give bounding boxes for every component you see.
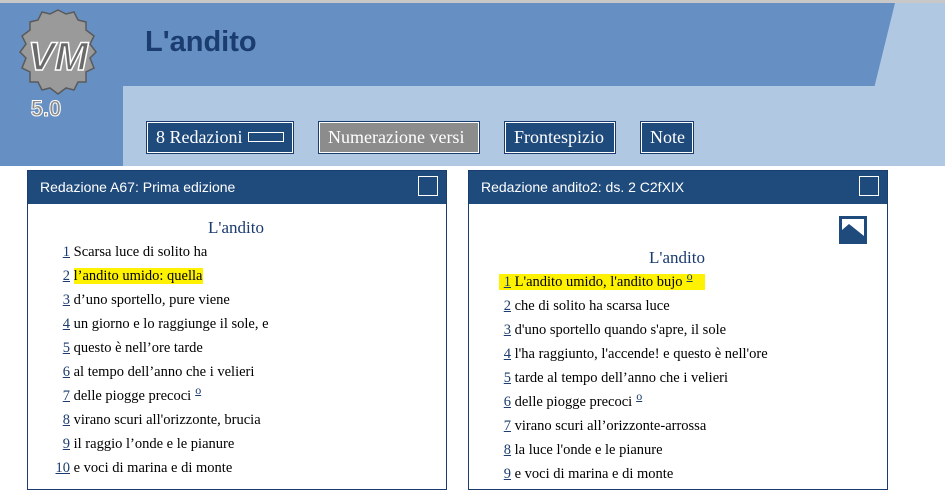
left-panel-header: Redazione A67: Prima edizione xyxy=(28,171,446,204)
verse-number[interactable]: 1 xyxy=(50,244,70,261)
verse-number[interactable]: 5 xyxy=(50,340,70,357)
verse-number[interactable]: 3 xyxy=(50,292,70,309)
verse-line: 5 tarde al tempo dell’anno che i velieri xyxy=(499,370,728,387)
right-poem-title: L'andito xyxy=(649,248,705,267)
verse-line: 7 virano scuri all’orizzonte-arrossa xyxy=(499,418,707,435)
verse-number[interactable]: 3 xyxy=(499,322,511,339)
frontespizio-button[interactable]: Frontespizio xyxy=(504,121,616,154)
dropdown-box-icon xyxy=(248,132,285,143)
verse-line: 7 delle piogge precoci o xyxy=(50,383,201,405)
image-icon[interactable] xyxy=(839,216,867,244)
verse-text: e voci di marina e di monte xyxy=(514,466,674,482)
verse-text: l’andito umido: quella xyxy=(73,268,203,284)
verse-text: tarde al tempo dell’anno che i velieri xyxy=(514,370,729,386)
verse-text: L'andito umido, l'andito bujo xyxy=(514,274,683,290)
verse-number[interactable]: 4 xyxy=(50,316,70,333)
verse-text: l'ha raggiunto, l'accende! e questo è ne… xyxy=(514,346,768,362)
note-button[interactable]: Note xyxy=(640,121,694,154)
numerazione-versi-button[interactable]: Numerazione versi xyxy=(318,121,480,154)
left-panel-close-box[interactable] xyxy=(418,176,438,196)
verse-text: e voci di marina e di monte xyxy=(73,460,233,476)
verse-text: delle piogge precoci xyxy=(514,394,633,410)
vm-logo[interactable]: VM 5.0 xyxy=(6,8,110,126)
right-panel-header: Redazione andito2: ds. 2 C2fXIX xyxy=(469,171,887,204)
verse-number[interactable]: 9 xyxy=(499,466,511,483)
verse-text: che di solito ha scarsa luce xyxy=(514,298,670,314)
verse-text: il raggio l’onde e le pianure xyxy=(73,436,235,452)
verse-line: 8 virano scuri all'orizzonte, brucia xyxy=(50,412,261,429)
verse-line: 6 al tempo dell’anno che i velieri xyxy=(50,364,255,381)
verse-line: 6 delle piogge precoci o xyxy=(499,389,642,411)
verse-line: 3 d'uno sportello quando s'apre, il sole xyxy=(499,322,726,339)
left-panel-title: Redazione A67: Prima edizione xyxy=(40,179,236,195)
right-panel-title: Redazione andito2: ds. 2 C2fXIX xyxy=(481,179,685,195)
verse-text: Scarsa luce di solito ha xyxy=(73,244,208,260)
verse-line: 1 Scarsa luce di solito ha xyxy=(50,244,208,261)
verse-text: d'uno sportello quando s'apre, il sole xyxy=(514,322,727,338)
left-poem-title: L'andito xyxy=(208,218,264,237)
verse-line: 10 e voci di marina e di monte xyxy=(50,460,233,477)
left-panel: Redazione A67: Prima edizione L'andito 1… xyxy=(27,170,447,490)
verse-number[interactable]: 8 xyxy=(499,442,511,459)
verse-number[interactable]: 1 xyxy=(499,274,511,291)
verse-text: al tempo dell’anno che i velieri xyxy=(73,364,255,380)
verse-line: 8 la luce l'onde e le pianure xyxy=(499,442,663,459)
redazioni-label: 8 Redazioni xyxy=(156,127,243,147)
verse-number[interactable]: 2 xyxy=(499,298,511,315)
verse-line: 4 l'ha raggiunto, l'accende! e questo è … xyxy=(499,346,768,363)
logo-letters: VM xyxy=(28,35,90,79)
verse-number[interactable]: 6 xyxy=(50,364,70,381)
verse-text: questo è nell’ore tarde xyxy=(73,340,203,356)
verse-line: 9 il raggio l’onde e le pianure xyxy=(50,436,235,453)
verse-line-highlighted: 2 l’andito umido: quella xyxy=(50,268,203,285)
verse-line: 5 questo è nell’ore tarde xyxy=(50,340,203,357)
page-title: L'andito xyxy=(145,26,257,58)
redazioni-button[interactable]: 8 Redazioni xyxy=(146,121,294,154)
verse-line: 2 che di solito ha scarsa luce xyxy=(499,298,670,315)
logo-version: 5.0 xyxy=(31,96,62,121)
verse-text: un giorno e lo raggiunge il sole, e xyxy=(73,316,269,332)
verse-number[interactable]: 6 xyxy=(499,394,511,411)
right-panel-close-box[interactable] xyxy=(859,176,879,196)
verse-number[interactable]: 4 xyxy=(499,346,511,363)
note-marker[interactable]: o xyxy=(687,269,693,283)
verse-text: la luce l'onde e le pianure xyxy=(514,442,663,458)
right-panel: Redazione andito2: ds. 2 C2fXIX L'andito… xyxy=(468,170,888,490)
verse-line: 3 d’uno sportello, pure viene xyxy=(50,292,230,309)
verse-line-highlighted: 1 L'andito umido, l'andito bujo o xyxy=(499,269,705,291)
verse-text: delle piogge precoci xyxy=(73,388,192,404)
verse-text: virano scuri all'orizzonte, brucia xyxy=(73,412,261,428)
verse-number[interactable]: 2 xyxy=(50,268,70,285)
verse-number[interactable]: 7 xyxy=(50,388,70,405)
verse-number[interactable]: 10 xyxy=(50,460,71,477)
verse-number[interactable]: 8 xyxy=(50,412,70,429)
verse-line: 4 un giorno e lo raggiunge il sole, e xyxy=(50,316,269,333)
verse-number[interactable]: 5 xyxy=(499,370,511,387)
note-marker[interactable]: o xyxy=(636,389,642,403)
verse-number[interactable]: 7 xyxy=(499,418,511,435)
verse-line: 9 e voci di marina e di monte xyxy=(499,466,674,483)
verse-number[interactable]: 9 xyxy=(50,436,70,453)
verse-text: virano scuri all’orizzonte-arrossa xyxy=(514,418,707,434)
verse-text: d’uno sportello, pure viene xyxy=(73,292,230,308)
note-marker[interactable]: o xyxy=(195,383,201,397)
